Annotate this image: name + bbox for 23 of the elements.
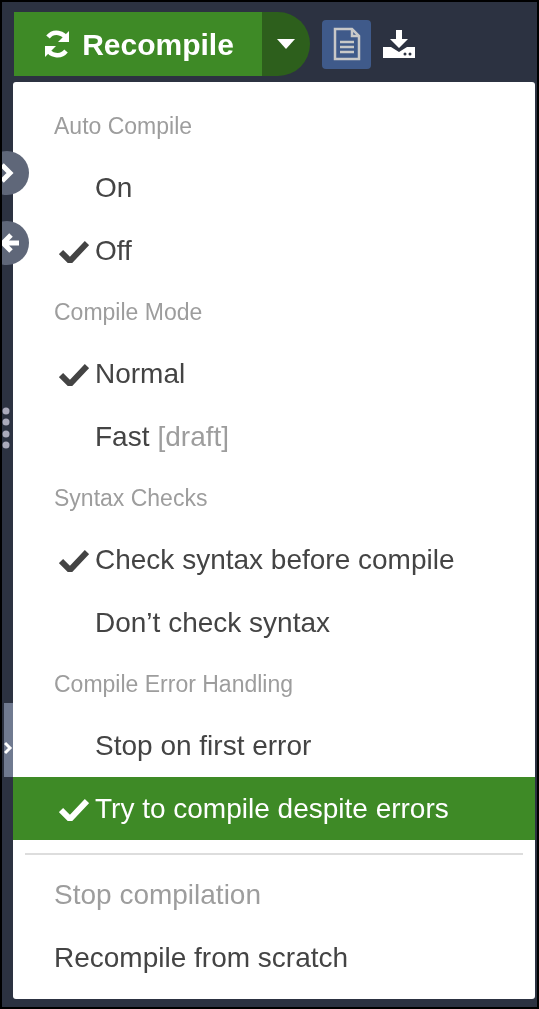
download-button[interactable] — [383, 30, 415, 58]
next-arrow-icon[interactable] — [2, 150, 30, 196]
menu-item: Stop compilation — [53, 878, 262, 912]
drag-handle-icon[interactable] — [2, 406, 10, 450]
section-header: Compile Error Handling — [53, 670, 295, 699]
menu-item[interactable]: Stop on first error — [30, 714, 535, 777]
menu-item[interactable]: Fast [draft] — [30, 405, 535, 468]
menu-item[interactable]: On — [30, 156, 535, 219]
menu-item[interactable]: Check syntax before compile — [30, 528, 535, 591]
dropdown-toggle-button[interactable] — [262, 12, 310, 76]
menu-item[interactable]: Recompile from scratch — [13, 926, 535, 989]
section-header: Auto Compile — [53, 112, 194, 141]
menu-item[interactable]: Try to compile despite errors — [13, 777, 535, 840]
back-arrow-icon[interactable] — [2, 220, 30, 266]
menu-item[interactable]: Normal — [30, 342, 535, 405]
menu-item[interactable]: Don’t check syntax — [30, 591, 535, 654]
document-button[interactable] — [322, 19, 371, 69]
expand-handle-icon[interactable] — [4, 703, 13, 777]
section-header: Syntax Checks — [53, 484, 209, 513]
caret-icon — [277, 39, 295, 49]
menu-item[interactable]: Off — [30, 219, 535, 282]
recompile-button[interactable]: Recompile — [14, 12, 262, 76]
section-header: Compile Mode — [53, 298, 204, 327]
